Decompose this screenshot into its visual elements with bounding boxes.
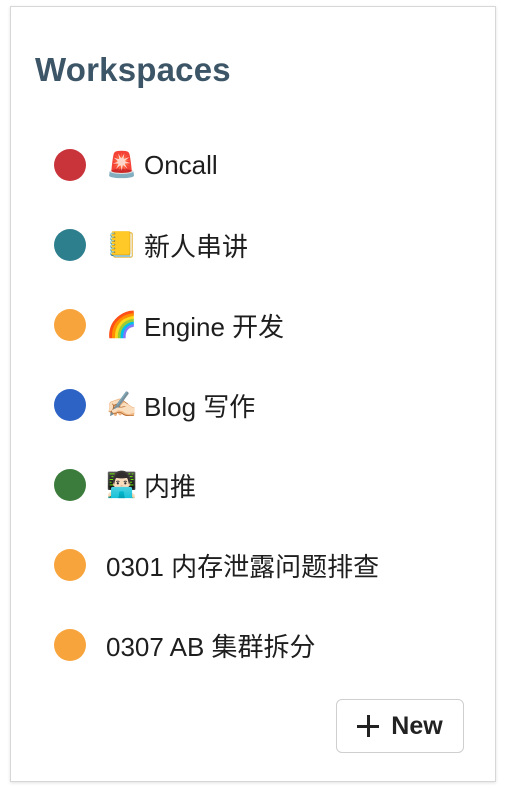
workspace-label: Engine 开发 [144,311,285,342]
color-dot [54,549,86,581]
color-dot [54,229,86,261]
notebook-icon: 📒 [106,230,138,259]
siren-icon: 🚨 [106,150,138,179]
new-workspace-button[interactable]: New [336,699,464,753]
workspace-item-memory-leak[interactable]: 0301 内存泄露问题排查 [11,525,495,605]
workspace-list: 🚨 Oncall 📒 新人串讲 🌈 Engine 开发 ✍🏻 Blog 写作 👨… [11,125,495,685]
workspace-label: Oncall [144,149,218,180]
color-dot [54,389,86,421]
plus-icon [357,715,380,737]
color-dot [54,469,86,501]
color-dot [54,629,86,661]
workspace-label: 新人串讲 [144,231,249,262]
panel-title: Workspaces [35,51,231,88]
new-button-label: New [391,711,443,740]
workspace-item-onboarding[interactable]: 📒 新人串讲 [11,205,495,285]
workspace-item-referral[interactable]: 👨🏻‍💻 内推 [11,445,495,525]
color-dot [54,149,86,181]
workspace-item-ab-cluster[interactable]: 0307 AB 集群拆分 [11,605,495,685]
workspace-label: 0307 AB 集群拆分 [106,631,316,662]
workspaces-panel: Workspaces 🚨 Oncall 📒 新人串讲 🌈 Engine 开发 ✍… [10,6,496,782]
workspace-item-engine[interactable]: 🌈 Engine 开发 [11,285,495,365]
workspace-item-oncall[interactable]: 🚨 Oncall [11,125,495,205]
writing-hand-icon: ✍🏻 [106,390,138,419]
workspace-label: 0301 内存泄露问题排查 [106,551,380,582]
color-dot [54,309,86,341]
rainbow-icon: 🌈 [106,310,138,339]
workspace-label: Blog 写作 [144,391,256,422]
workspace-item-blog[interactable]: ✍🏻 Blog 写作 [11,365,495,445]
technologist-icon: 👨🏻‍💻 [106,470,138,499]
workspace-label: 内推 [144,471,197,502]
